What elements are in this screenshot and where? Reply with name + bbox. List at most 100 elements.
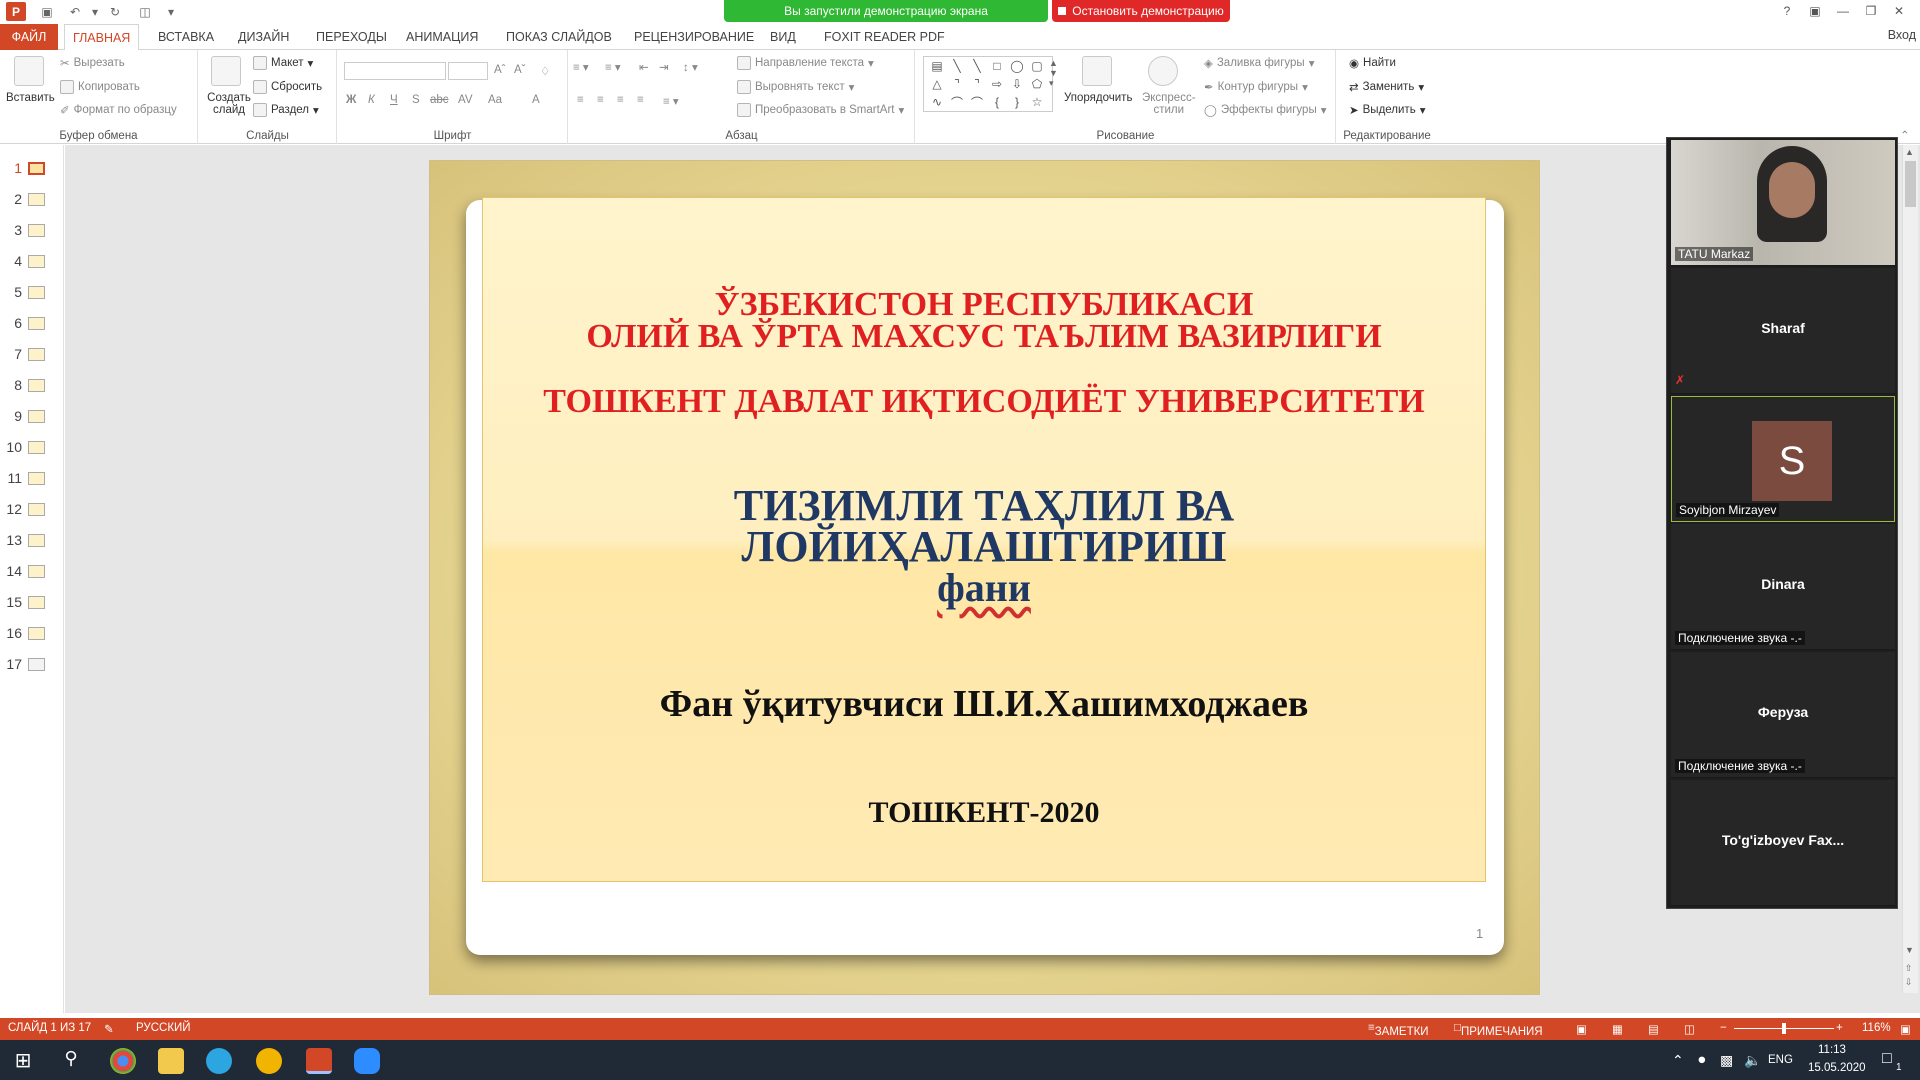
help-button[interactable]: ? [1776,2,1798,20]
microphone-icon[interactable]: ⚫ [1696,1052,1708,1069]
tray-chevron-icon[interactable]: ⌃ [1672,1052,1684,1069]
shapes-scroll-icon[interactable]: ▲ ▼ ▾ [1049,58,1058,89]
next-slide-icon[interactable]: ⇩ [1905,977,1913,988]
close-icon[interactable]: ✕ [1888,2,1910,20]
italic-button[interactable]: К [368,94,375,106]
tab-animation[interactable]: АНИМАЦИЯ [398,24,486,50]
line-shape-icon[interactable]: ╲ [947,57,967,75]
zoom-slider-thumb[interactable] [1782,1023,1786,1034]
tab-review[interactable]: РЕЦЕНЗИРОВАНИЕ [626,24,762,50]
layout-button[interactable]: Макет ▾ [253,56,313,70]
participant-tile[interactable]: Феруза Подключение звука -.- [1671,652,1895,778]
paste-button[interactable]: Вставить [6,92,55,104]
thumbnail-slide[interactable]: 13 [0,529,64,551]
arc-shape-icon[interactable]: ⌒ [947,93,967,111]
char-spacing-button[interactable]: AV [458,94,473,106]
shape-effects-button[interactable]: ◯ Эффекты фигуры ▾ [1204,103,1327,117]
slide-sorter-icon[interactable]: ▦ [1612,1022,1623,1036]
connector-shape-icon[interactable]: ⌝ [947,75,967,93]
undo-icon[interactable]: ↶ [66,3,84,21]
zoom-level[interactable]: 116% [1862,1022,1891,1034]
connector-shape-icon[interactable]: ⌝ [967,75,987,93]
zoom-in-icon[interactable]: + [1836,1022,1843,1034]
align-center-icon[interactable]: ≡ [597,94,604,106]
slideshow-view-icon[interactable]: ◫ [1684,1022,1695,1036]
tab-transitions[interactable]: ПЕРЕХОДЫ [308,24,395,50]
thumbnail-slide[interactable]: 2 [0,188,64,210]
triangle-shape-icon[interactable]: △ [927,75,947,93]
bold-button[interactable]: Ж [346,94,356,106]
slide-line-university[interactable]: ТОШКЕНТ ДАВЛАТ ИҚТИСОДИЁТ УНИВЕРСИТЕТИ [482,383,1486,421]
numbering-icon[interactable]: ≡ ▾ [605,60,621,74]
language-indicator[interactable]: РУССКИЙ [136,1022,191,1034]
line-spacing-icon[interactable]: ↕ ▾ [683,60,698,74]
search-icon[interactable]: ⚲ [58,1048,84,1074]
stop-share-button[interactable]: Остановить демонстрацию [1052,0,1230,22]
sign-in-link[interactable]: Вход [1888,28,1916,42]
shape-outline-button[interactable]: ✒ Контур фигуры ▾ [1204,80,1308,94]
font-size-select[interactable] [448,62,488,80]
align-text-button[interactable]: Выровнять текст ▾ [737,80,854,94]
replace-button[interactable]: ⇄ Заменить ▾ [1349,80,1424,94]
thumbnail-slide[interactable]: 12 [0,498,64,520]
participant-tile[interactable]: TATU Markaz [1671,140,1895,266]
thumbnail-slide[interactable]: 4 [0,250,64,272]
thumbnail-slide[interactable]: 10 [0,436,64,458]
shapes-gallery[interactable]: ▤ ╲ ╲ □ ◯ ▢ △ ⌝ ⌝ ⇨ ⇩ ⬠ ∿ ⌒ ⌒{} ☆ [923,56,1053,112]
thumbnail-slide[interactable]: 7 [0,343,64,365]
participant-tile[interactable]: Dinara Подключение звука -.- [1671,524,1895,650]
slide-city-year[interactable]: ТОШКЕНТ-2020 [482,796,1486,830]
comments-button[interactable]: □ ПРИМЕЧАНИЯ [1454,1022,1543,1038]
thumbnail-slide[interactable]: 9 [0,405,64,427]
zoom-out-icon[interactable]: − [1720,1022,1727,1034]
redo-icon[interactable]: ↻ [106,3,124,21]
quick-styles-button[interactable]: Экспресс-стили [1142,92,1196,116]
find-button[interactable]: ◉ Найти [1349,56,1396,70]
oval-shape-icon[interactable]: ◯ [1007,57,1027,75]
thumbnail-slide[interactable]: 15 [0,591,64,613]
star-shape-icon[interactable]: ☆ [1027,93,1047,111]
new-slide-button[interactable]: Создать слайд [205,92,253,116]
previous-slide-icon[interactable]: ⇧ [1905,963,1913,974]
slide-title-line3[interactable]: фани [482,564,1486,611]
thumbnail-slide[interactable]: 11 [0,467,64,489]
tab-design[interactable]: ДИЗАЙН [230,24,297,50]
grow-font-icon[interactable]: Aˆ [494,64,506,76]
notes-button[interactable]: ≡ ЗАМЕТКИ [1368,1022,1429,1038]
slide-line-ministry[interactable]: ОЛИЙ ВА ЎРТА МАХСУС ТАЪЛИМ ВАЗИРЛИГИ [482,318,1486,356]
arrow-down-shape-icon[interactable]: ⇩ [1007,75,1027,93]
volume-icon[interactable]: 🔈 [1744,1052,1761,1069]
clock-time[interactable]: 11:13 [1818,1044,1846,1056]
align-right-icon[interactable]: ≡ [617,94,624,106]
restore-icon[interactable]: ❐ [1860,2,1882,20]
justify-icon[interactable]: ≡ [637,94,644,106]
reset-button[interactable]: Сбросить [253,80,322,94]
participant-tile[interactable]: To'g'izboyev Fax... [1671,780,1895,906]
textbox-shape-icon[interactable]: ▤ [927,57,947,75]
spellcheck-icon[interactable]: ✎ [104,1022,114,1036]
chrome-icon[interactable] [110,1048,136,1074]
rectangle-shape-icon[interactable]: □ [987,57,1007,75]
align-left-icon[interactable]: ≡ [577,94,584,106]
curve-shape-icon[interactable]: ∿ [927,93,947,111]
arc-shape-icon[interactable]: ⌒ [967,93,987,111]
thumbnail-slide[interactable]: 5 [0,281,64,303]
windows-start-icon[interactable]: ⊞ [10,1048,36,1074]
telegram-icon[interactable] [206,1048,232,1074]
shrink-font-icon[interactable]: Aˇ [514,64,526,76]
app-icon[interactable] [256,1048,282,1074]
arrange-button[interactable]: Упорядочить [1064,92,1132,104]
scroll-up-icon[interactable]: ▲ [1905,147,1914,157]
brace-shape-icon[interactable]: { [987,93,1007,111]
customize-icon[interactable]: ▾ [162,3,180,21]
shadow-button[interactable]: S [412,94,420,106]
underline-button[interactable]: Ч [390,94,398,106]
clear-format-icon[interactable]: ♢ [540,64,550,78]
zoom-taskbar-icon[interactable] [354,1048,380,1074]
participant-tile[interactable]: Sharaf ✗ [1671,268,1895,394]
change-case-button[interactable]: Aa [488,94,502,106]
bullets-icon[interactable]: ≡ ▾ [573,60,589,74]
strikethrough-button[interactable]: abc [430,94,449,106]
tab-foxit[interactable]: FOXIT READER PDF [816,24,953,50]
thumbnail-slide[interactable]: 3 [0,219,64,241]
